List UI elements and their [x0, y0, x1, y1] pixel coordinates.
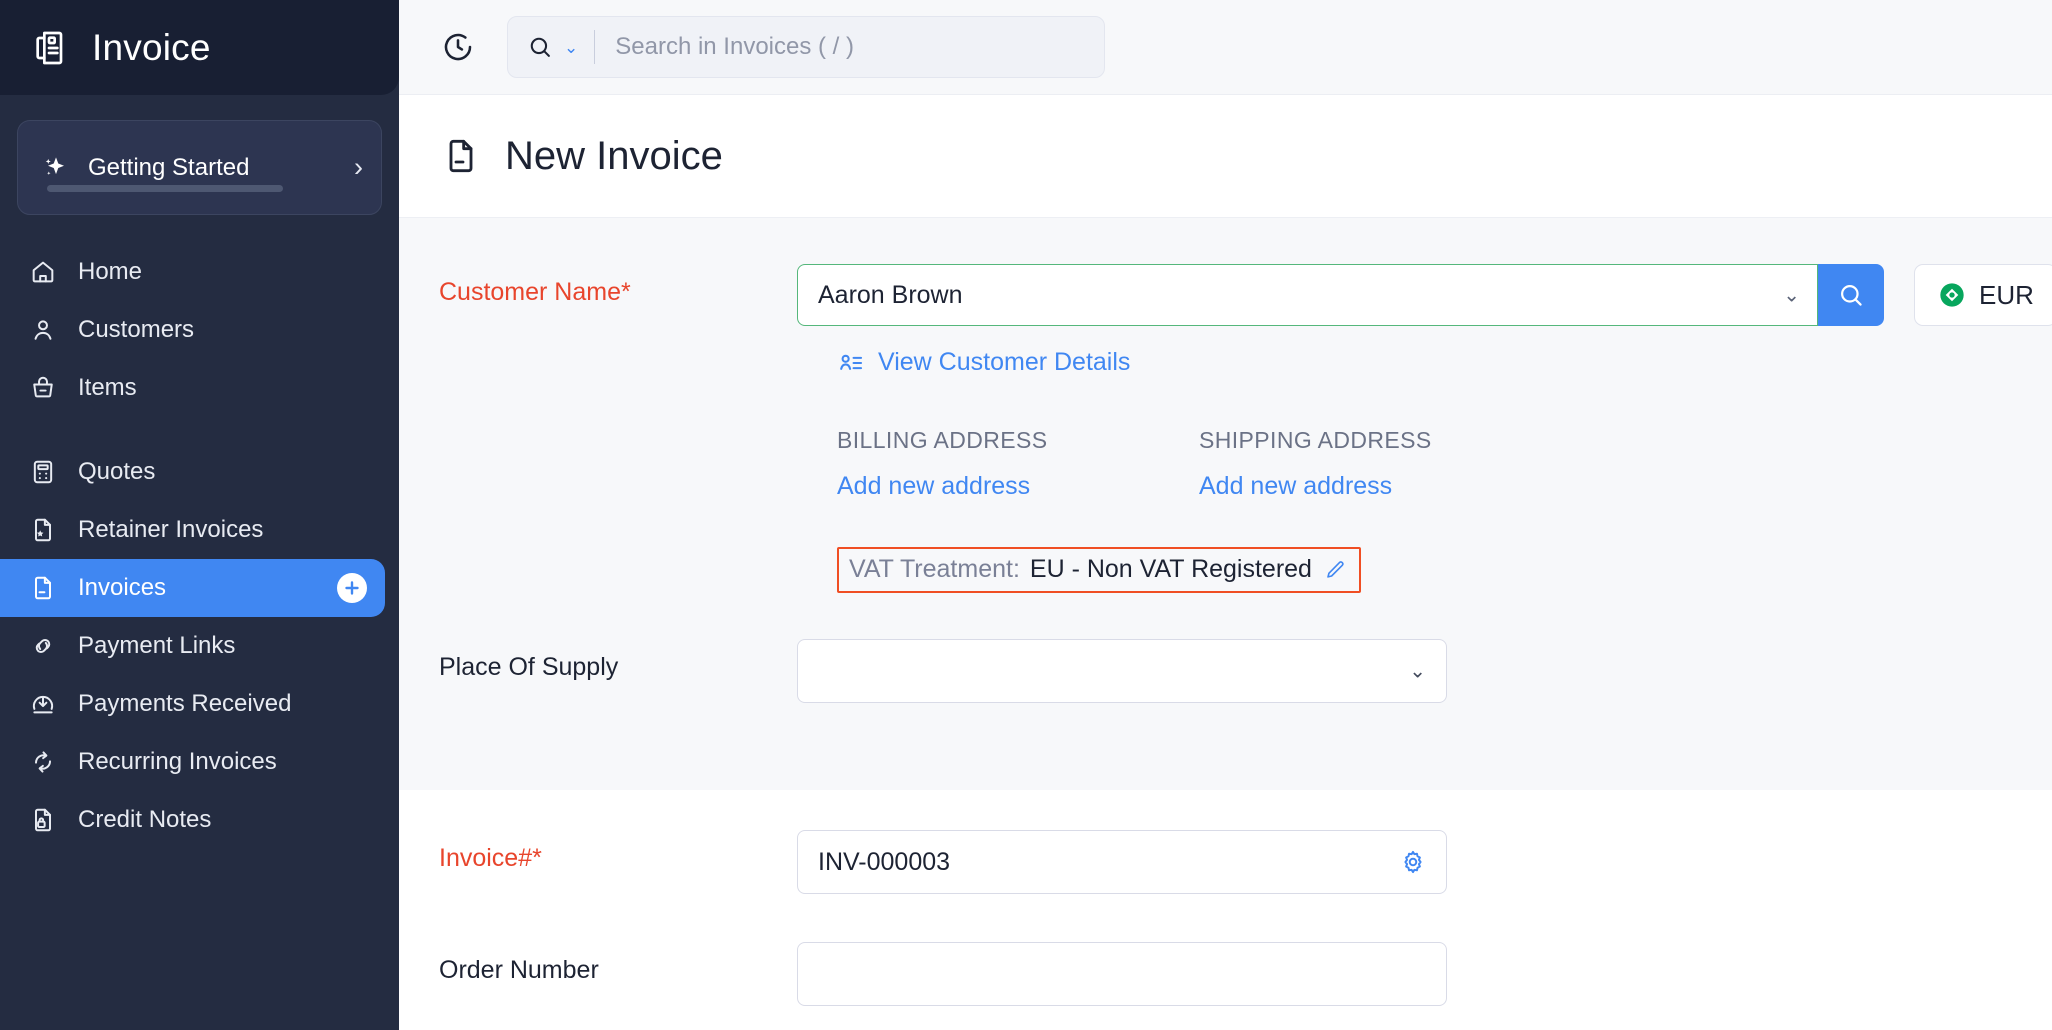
customer-name-select[interactable]: Aaron Brown	[797, 264, 1818, 326]
currency-badge[interactable]: EUR	[1914, 264, 2052, 326]
refresh-clock-icon[interactable]	[435, 24, 481, 70]
getting-started-label: Getting Started	[88, 154, 249, 182]
file-star-icon	[28, 515, 58, 545]
place-of-supply-select[interactable]: ⌄	[797, 639, 1447, 703]
sidebar-item-recurring-invoices[interactable]: Recurring Invoices	[0, 733, 385, 791]
customer-search-button[interactable]	[1818, 264, 1884, 326]
chevron-right-icon[interactable]: ›	[354, 154, 363, 181]
chevron-down-icon[interactable]: ⌄	[564, 39, 578, 56]
sidebar-item-label: Invoices	[78, 574, 166, 602]
download-arrow-icon	[28, 689, 58, 719]
invoice-logo-icon	[28, 25, 74, 71]
customer-name-controls: Aaron Brown ⌄	[797, 264, 2052, 326]
search-icon	[526, 33, 554, 61]
gear-icon[interactable]	[1398, 847, 1428, 877]
chevron-down-icon[interactable]: ⌄	[1409, 659, 1426, 684]
search-input[interactable]: Search in Invoices ( / )	[615, 33, 854, 61]
sidebar-item-quotes[interactable]: Quotes	[0, 443, 385, 501]
sidebar: Invoice Getting Started ›	[0, 0, 399, 1030]
currency-code: EUR	[1979, 280, 2034, 311]
order-number-input[interactable]	[797, 942, 1447, 1006]
sparkle-icon	[40, 152, 72, 184]
refresh-cycle-icon	[28, 747, 58, 777]
getting-started-card[interactable]: Getting Started ›	[17, 120, 382, 215]
customer-section: Customer Name* Aaron Brown ⌄	[399, 218, 2052, 790]
page-title: New Invoice	[505, 134, 723, 179]
sidebar-item-home[interactable]: Home	[0, 243, 385, 301]
pencil-icon[interactable]	[1322, 557, 1348, 583]
shipping-address-column: SHIPPING ADDRESS Add new address	[1199, 427, 1561, 501]
page-title-row: New Invoice	[399, 95, 2052, 218]
page-title-group: New Invoice	[439, 134, 723, 179]
getting-started-content: Getting Started	[40, 152, 340, 184]
user-icon	[28, 315, 58, 345]
billing-address-column: BILLING ADDRESS Add new address	[837, 427, 1199, 501]
row-spacer	[399, 894, 2052, 942]
order-number-label: Order Number	[439, 942, 797, 985]
contact-card-icon	[837, 349, 865, 377]
sidebar-item-payments-received[interactable]: Payments Received	[0, 675, 385, 733]
sidebar-item-customers[interactable]: Customers	[0, 301, 385, 359]
document-icon	[439, 134, 483, 178]
sidebar-item-label: Payments Received	[78, 690, 291, 718]
sidebar-item-payment-links[interactable]: Payment Links	[0, 617, 385, 675]
view-customer-details-label: View Customer Details	[878, 348, 1130, 377]
sidebar-item-invoices[interactable]: Invoices	[0, 559, 385, 617]
calculator-icon	[28, 457, 58, 487]
search-divider	[594, 30, 595, 64]
invoice-number-input[interactable]: INV-000003	[797, 830, 1447, 894]
top-bar: ⌄ Search in Invoices ( / )	[399, 0, 2052, 95]
sidebar-item-label: Credit Notes	[78, 806, 211, 834]
sidebar-nav: Home Customers	[0, 243, 399, 849]
sidebar-item-label: Retainer Invoices	[78, 516, 263, 544]
sidebar-item-credit-notes[interactable]: Credit Notes	[0, 791, 385, 849]
invoice-details-section: Invoice#* INV-000003 Order Number	[399, 790, 2052, 1006]
customer-name-label: Customer Name*	[439, 264, 797, 307]
vat-treatment-label: VAT Treatment:	[849, 555, 1020, 584]
currency-globe-icon	[1937, 280, 1967, 310]
invoice-number-label: Invoice#*	[439, 830, 797, 873]
brand-title: Invoice	[92, 27, 211, 69]
brand-header[interactable]: Invoice	[0, 0, 399, 95]
getting-started-progress-bar	[47, 185, 283, 192]
order-number-row: Order Number	[399, 942, 2052, 1006]
nav-divider-gap	[0, 417, 399, 443]
sidebar-item-label: Items	[78, 374, 137, 402]
shipping-add-new-address-link[interactable]: Add new address	[1199, 472, 1561, 501]
search-bar[interactable]: ⌄ Search in Invoices ( / )	[507, 16, 1105, 78]
vat-treatment-value: EU - Non VAT Registered	[1030, 555, 1312, 584]
sidebar-item-items[interactable]: Items	[0, 359, 385, 417]
main-content: ⌄ Search in Invoices ( / ) New Invoice	[399, 0, 2052, 1030]
home-icon	[28, 257, 58, 287]
sidebar-item-label: Customers	[78, 316, 194, 344]
place-of-supply-row: Place Of Supply ⌄	[399, 639, 2052, 703]
file-lock-icon	[28, 805, 58, 835]
invoice-form: Customer Name* Aaron Brown ⌄	[399, 218, 2052, 1030]
address-block: BILLING ADDRESS Add new address SHIPPING…	[399, 427, 2052, 501]
sidebar-item-label: Recurring Invoices	[78, 748, 277, 776]
sidebar-item-label: Payment Links	[78, 632, 235, 660]
billing-address-heading: BILLING ADDRESS	[837, 427, 1199, 454]
plus-icon[interactable]	[337, 573, 367, 603]
view-customer-details-link[interactable]: View Customer Details	[399, 348, 2052, 377]
billing-add-new-address-link[interactable]: Add new address	[837, 472, 1199, 501]
customer-name-row: Customer Name* Aaron Brown ⌄	[399, 264, 2052, 326]
basket-icon	[28, 373, 58, 403]
sidebar-item-label: Quotes	[78, 458, 155, 486]
link-chain-icon	[28, 631, 58, 661]
customer-name-select-wrap: Aaron Brown ⌄	[797, 264, 1818, 326]
app-root: Invoice Getting Started ›	[0, 0, 2052, 1030]
shipping-address-heading: SHIPPING ADDRESS	[1199, 427, 1561, 454]
place-of-supply-label: Place Of Supply	[439, 639, 797, 682]
vat-treatment-wrap: VAT Treatment: EU - Non VAT Registered	[399, 547, 2052, 593]
vat-treatment-badge[interactable]: VAT Treatment: EU - Non VAT Registered	[837, 547, 1361, 593]
invoice-number-row: Invoice#* INV-000003	[399, 830, 2052, 894]
sidebar-item-label: Home	[78, 258, 142, 286]
sidebar-item-retainer-invoices[interactable]: Retainer Invoices	[0, 501, 385, 559]
file-invoice-icon	[28, 573, 58, 603]
